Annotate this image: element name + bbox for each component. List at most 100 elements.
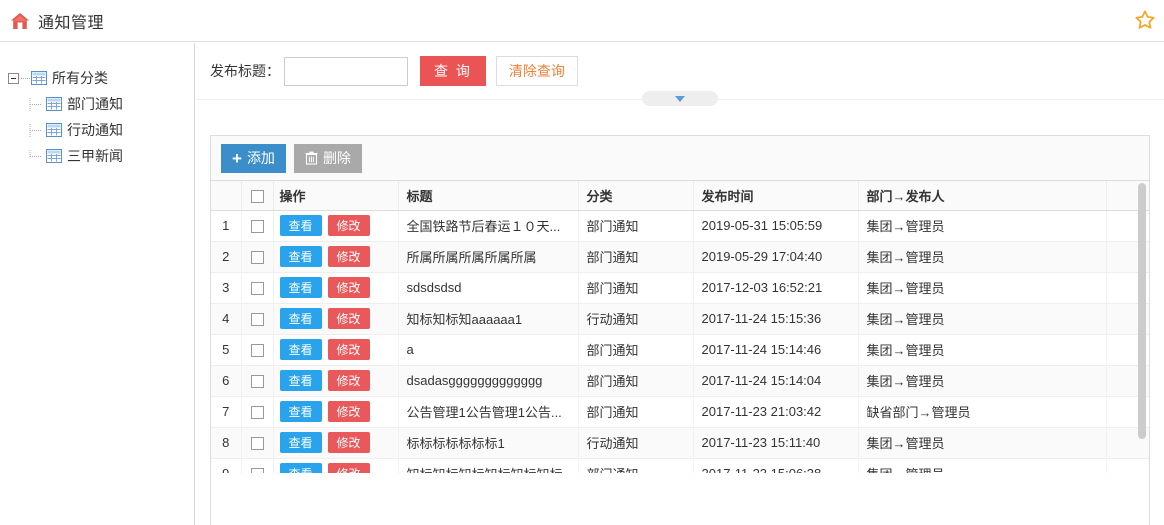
row-select-cell[interactable] xyxy=(241,272,274,304)
row-index: 8 xyxy=(211,427,242,459)
row-checkbox[interactable] xyxy=(250,437,264,451)
edit-button[interactable]: 修改 xyxy=(327,308,370,329)
table-body: 1 查看 修改 全国铁路节后春运１０天... 部门通知 2019-05-31 15:05:… xyxy=(211,210,1149,473)
table-row[interactable]: 2 查看 修改 所属所属所属所属所属 部门通知 2019-05-29 17:04:40 集团… xyxy=(211,241,1149,273)
row-select-cell[interactable] xyxy=(241,458,274,473)
row-title: dsadasggggggggggggg xyxy=(398,365,579,397)
row-index: 3 xyxy=(211,272,242,304)
tree-node-label: 行动通知 xyxy=(67,122,123,138)
grid-icon xyxy=(46,123,62,137)
row-title: a xyxy=(398,334,579,366)
row-title: 标标标标标标标1 xyxy=(398,427,579,459)
table-row[interactable]: 6 查看 修改 dsadasggggggggggggg 部门通知 2017-11-24 1… xyxy=(211,365,1149,397)
tree-node-item-0[interactable]: 部门通知 xyxy=(0,91,194,117)
table-row[interactable]: 7 查看 修改 公告管理1公告管理1公告... 部门通知 2017-11-23 21:03… xyxy=(211,396,1149,428)
table-row[interactable]: 5 查看 修改 a 部门通知 2017-11-24 15:14:46 集团→管理员 xyxy=(211,334,1149,366)
delete-button[interactable]: 删除 xyxy=(293,143,362,173)
plus-icon: + xyxy=(232,148,242,168)
tree-node-label: 所有分类 xyxy=(52,70,108,86)
select-all-checkbox[interactable] xyxy=(250,189,264,203)
row-title: 公告管理1公告管理1公告... xyxy=(398,396,579,428)
clear-query-button[interactable]: 清除查询 xyxy=(495,56,578,86)
view-button[interactable]: 查看 xyxy=(279,277,322,298)
view-button[interactable]: 查看 xyxy=(279,339,322,360)
edit-button[interactable]: 修改 xyxy=(327,246,370,267)
tree-expander-icon[interactable] xyxy=(8,72,19,84)
row-select-cell[interactable] xyxy=(241,210,274,242)
row-checkbox[interactable] xyxy=(250,220,264,234)
column-header-operations[interactable]: 操作 xyxy=(273,181,399,211)
collapse-toggle-button[interactable] xyxy=(642,91,718,106)
view-button[interactable]: 查看 xyxy=(279,246,322,267)
view-button[interactable]: 查看 xyxy=(279,432,322,453)
app-header: 通知管理 xyxy=(0,0,1164,42)
row-checkbox[interactable] xyxy=(250,251,264,265)
edit-button[interactable]: 修改 xyxy=(327,370,370,391)
view-button[interactable]: 查看 xyxy=(279,215,322,236)
row-department-publisher: 集团→管理员 xyxy=(858,427,1107,459)
row-operations: 查看修改 xyxy=(273,365,399,397)
edit-button[interactable]: 修改 xyxy=(327,463,370,473)
notification-table: 操作 标题 分类 发布时间 部门→发布人 1 查看 修改 全国铁路节后春运１０天...… xyxy=(211,181,1149,473)
view-button[interactable]: 查看 xyxy=(279,308,322,329)
row-select-cell[interactable] xyxy=(241,303,274,335)
edit-button[interactable]: 修改 xyxy=(327,277,370,298)
home-icon[interactable] xyxy=(10,11,30,31)
row-department-publisher: 集团→管理员 xyxy=(858,334,1107,366)
row-operations: 查看修改 xyxy=(273,272,399,304)
table-row[interactable]: 3 查看 修改 sdsdsdsd 部门通知 2017-12-03 16:52:21 集团→管… xyxy=(211,272,1149,304)
edit-button[interactable]: 修改 xyxy=(327,432,370,453)
table-row[interactable]: 8 查看 修改 标标标标标标标1 行动通知 2017-11-23 15:11:40 集团→管… xyxy=(211,427,1149,459)
table-row[interactable]: 9查看修改知标知标知标知标知标知标部门通知2017-11-23 15:06:38… xyxy=(211,458,1149,473)
tree-node-root[interactable]: 所有分类 xyxy=(0,65,194,91)
row-department-publisher: 集团→管理员 xyxy=(858,365,1107,397)
search-input[interactable] xyxy=(284,56,408,86)
row-publish-time: 2019-05-29 17:04:40 xyxy=(693,241,859,273)
view-button[interactable]: 查看 xyxy=(279,370,322,391)
grid-icon xyxy=(46,97,62,111)
row-select-cell[interactable] xyxy=(241,334,274,366)
table-row[interactable]: 4 查看 修改 知标知标知aaaaaa1 行动通知 2017-11-24 15:15:36… xyxy=(211,303,1149,335)
query-button[interactable]: 查 询 xyxy=(420,56,486,86)
row-index: 1 xyxy=(211,210,242,242)
column-header-category[interactable]: 分类 xyxy=(578,181,694,211)
row-select-cell[interactable] xyxy=(241,365,274,397)
view-button[interactable]: 查看 xyxy=(279,463,322,473)
row-select-cell[interactable] xyxy=(241,396,274,428)
edit-button[interactable]: 修改 xyxy=(327,401,370,422)
row-checkbox[interactable] xyxy=(250,344,264,358)
row-checkbox[interactable] xyxy=(250,375,264,389)
row-checkbox[interactable] xyxy=(250,406,264,420)
add-button-label: 添加 xyxy=(246,150,275,166)
main-content: 发布标题： 查 询 清除查询 + 添加 删除 操作 标题 分类 发布时间 部门→… xyxy=(196,43,1164,525)
table-vertical-scrollbar[interactable] xyxy=(1138,183,1146,439)
add-button[interactable]: + 添加 xyxy=(221,143,286,173)
edit-button[interactable]: 修改 xyxy=(327,215,370,236)
row-category: 部门通知 xyxy=(578,365,694,397)
column-select-all[interactable] xyxy=(241,181,274,211)
page-title: 通知管理 xyxy=(38,14,105,32)
star-icon[interactable] xyxy=(1134,9,1156,31)
row-title: 全国铁路节后春运１０天... xyxy=(398,210,579,242)
row-select-cell[interactable] xyxy=(241,427,274,459)
column-header-publish-time[interactable]: 发布时间 xyxy=(693,181,859,211)
row-department-publisher: 集团→管理员 xyxy=(858,210,1107,242)
tree-connector-icon xyxy=(29,149,42,157)
row-publish-time: 2019-05-31 15:05:59 xyxy=(693,210,859,242)
row-checkbox[interactable] xyxy=(250,468,264,473)
column-header-department-publisher[interactable]: 部门→发布人 xyxy=(858,181,1107,211)
view-button[interactable]: 查看 xyxy=(279,401,322,422)
tree-node-item-1[interactable]: 行动通知 xyxy=(0,117,194,143)
column-header-title[interactable]: 标题 xyxy=(398,181,579,211)
table-row[interactable]: 1 查看 修改 全国铁路节后春运１０天... 部门通知 2019-05-31 15:05:… xyxy=(211,210,1149,242)
row-title: 所属所属所属所属所属 xyxy=(398,241,579,273)
grid-toolbar: + 添加 删除 xyxy=(211,136,1149,181)
tree-node-label: 部门通知 xyxy=(67,96,123,112)
row-department-publisher: 集团→管理员 xyxy=(858,303,1107,335)
row-publish-time: 2017-11-24 15:14:46 xyxy=(693,334,859,366)
edit-button[interactable]: 修改 xyxy=(327,339,370,360)
row-checkbox[interactable] xyxy=(250,282,264,296)
row-select-cell[interactable] xyxy=(241,241,274,273)
row-checkbox[interactable] xyxy=(250,313,264,327)
tree-node-item-2[interactable]: 三甲新闻 xyxy=(0,143,194,169)
